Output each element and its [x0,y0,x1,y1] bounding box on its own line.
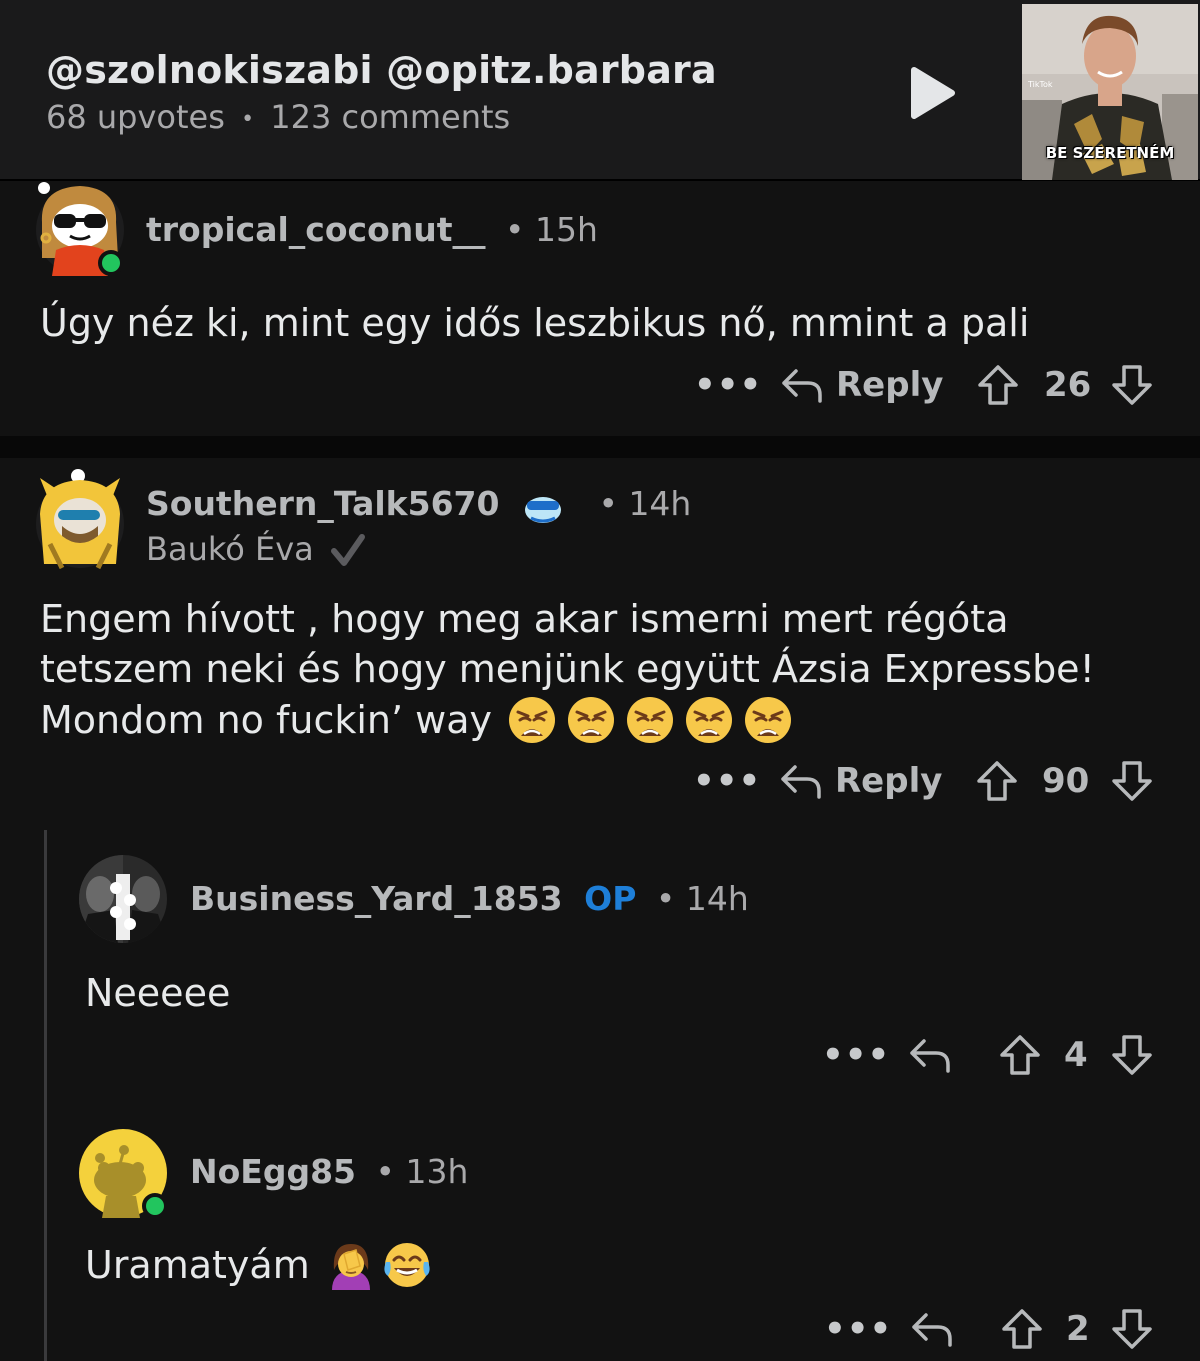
comment-author-line: Business_Yard_1853 OP • 14h [190,879,749,918]
more-icon: ••• [694,365,763,405]
weary-face-emoji [568,697,615,743]
comment-body: Neeeee [85,971,231,1015]
play-icon[interactable] [908,66,956,120]
meta-separator: • [241,106,255,132]
vote-score: 90 [1042,761,1090,801]
post-meta: 68 upvotes • 123 comments [46,98,510,136]
downvote-icon [1112,761,1152,801]
more-options-button[interactable]: ••• [693,756,761,806]
comments-screen: @szolnokiszabi @opitz.barbara 68 upvotes… [0,0,1200,1361]
upvote-button[interactable] [976,360,1020,410]
comment-time: • 15h [505,210,598,249]
online-indicator [142,1193,168,1219]
reply-label: Reply [836,365,944,405]
op-badge: OP [584,879,637,918]
comment-author-line: Southern_Talk5670 • 14h [146,484,691,526]
comment-line: Mondom no fuckin’ way [40,698,493,742]
weary-face-emoji [745,697,792,743]
reply-button[interactable]: Reply [780,360,943,410]
comment-line: Engem hívott , hogy meg akar ismerni mer… [40,597,1009,641]
comment-author-line: NoEgg85 • 13h [190,1152,468,1191]
comment-time: • 14h [598,484,692,523]
post-header: @szolnokiszabi @opitz.barbara 68 upvotes… [0,0,1200,181]
weary-face-emoji [686,697,733,743]
more-options-button[interactable]: ••• [822,1030,890,1080]
reply-icon [910,1039,950,1073]
username[interactable]: Southern_Talk5670 [146,484,499,523]
reply-button[interactable] [910,1304,954,1354]
comment-divider [0,436,1200,458]
flair-text: Baukó Éva [146,530,314,568]
online-indicator [98,250,124,276]
upvote-icon [1000,1035,1040,1075]
upvote-button[interactable] [998,1030,1042,1080]
username[interactable]: Business_Yard_1853 [190,879,563,918]
emoji-row [506,694,801,746]
reply-button[interactable] [908,1030,952,1080]
username[interactable]: tropical_coconut__ [146,210,486,249]
downvote-icon [1112,365,1152,405]
comment-actions: ••• Reply 90 [0,756,1200,806]
downvote-button[interactable] [1110,1030,1154,1080]
reply-label: Reply [835,761,943,801]
upvote-button[interactable] [975,756,1019,806]
comment-body: Úgy néz ki, mint egy idős leszbikus nő, … [40,301,1030,345]
reply-icon [912,1313,952,1347]
comment-time: • 13h [375,1152,469,1191]
comment-actions: ••• 2 [0,1304,1200,1354]
upvote-icon [977,761,1017,801]
vote-score: 2 [1066,1309,1090,1349]
comment-count: 123 comments [270,98,511,136]
comment-line-with-emoji: Mondom no fuckin’ way [40,694,1160,746]
upvote-icon [978,365,1018,405]
video-thumbnail[interactable]: TikTok BE SZERETNÉM [1022,4,1198,180]
comment-time: • 14h [655,879,749,918]
face-with-tears-of-joy-emoji [384,1243,430,1287]
upvote-count: 68 upvotes [46,98,225,136]
thumbnail-caption: BE SZERETNÉM [1045,144,1175,162]
avatar[interactable] [78,854,168,944]
user-flair: Baukó Éva [146,530,368,571]
downvote-icon [1112,1309,1152,1349]
more-icon: ••• [693,761,762,801]
post-title[interactable]: @szolnokiszabi @opitz.barbara [46,48,717,92]
comment-actions: ••• 4 [0,1030,1200,1080]
reply-icon [781,765,821,799]
vote-score: 4 [1064,1035,1088,1075]
weary-face-emoji [509,697,556,743]
comment-actions: ••• Reply 26 [0,360,1200,410]
reply-button[interactable]: Reply [779,756,942,806]
downvote-button[interactable] [1110,1304,1154,1354]
vote-score: 26 [1044,365,1092,405]
downvote-button[interactable] [1110,360,1154,410]
reply-icon [782,369,822,403]
thread-line[interactable] [44,830,47,1361]
woman-facepalming-emoji [331,1244,370,1290]
snoo-flair-icon [524,496,561,523]
downvote-button[interactable] [1110,756,1154,806]
comment-body: Engem hívott , hogy meg akar ismerni mer… [40,594,1160,746]
downvote-icon [1112,1035,1152,1075]
upvote-icon [1002,1309,1042,1349]
more-icon: ••• [822,1035,891,1075]
username[interactable]: NoEgg85 [190,1152,356,1191]
comment-line: tetszem neki és hogy menjünk együtt Ázsi… [40,647,1095,691]
comment-body: Uramatyám [85,1240,432,1290]
more-options-button[interactable]: ••• [694,360,762,410]
weary-face-emoji [627,697,674,743]
checkmark-icon [330,534,365,566]
tiktok-watermark: TikTok [1028,80,1053,89]
more-icon: ••• [824,1309,893,1349]
more-options-button[interactable]: ••• [824,1304,892,1354]
upvote-button[interactable] [1000,1304,1044,1354]
avatar[interactable] [32,464,126,574]
comment-author-line: tropical_coconut__ • 15h [146,210,598,249]
comment-text: Uramatyám [85,1243,310,1287]
